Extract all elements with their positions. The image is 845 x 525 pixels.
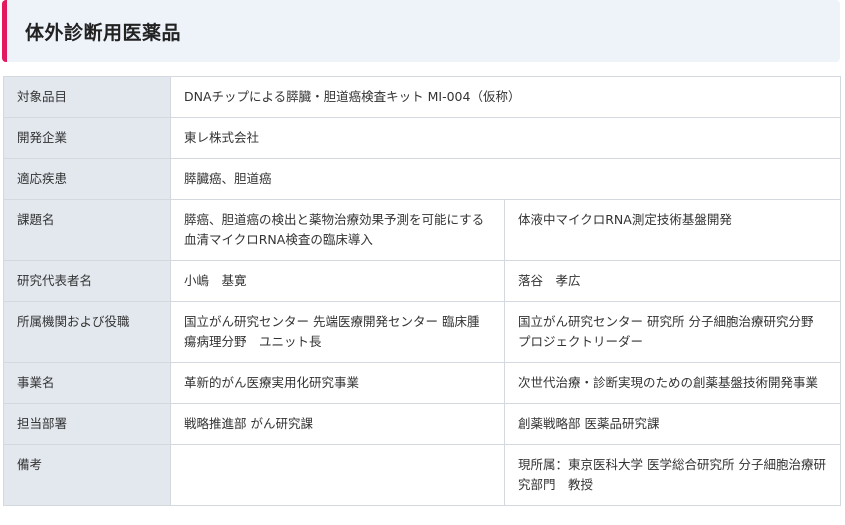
table-row-program: 事業名 革新的がん医療実用化研究事業 次世代治療・診断実現のための創薬基盤技術開… xyxy=(3,362,841,404)
row-label: 担当部署 xyxy=(3,403,171,445)
table-row-affiliation: 所属機関および役職 国立がん研究センター 先端医療開発センター 臨床腫瘍病理分野… xyxy=(3,301,841,363)
row-label: 備考 xyxy=(3,444,171,506)
row-label: 適応疾患 xyxy=(3,158,171,200)
section-title: 体外診断用医薬品 xyxy=(25,21,182,44)
row-value xyxy=(170,444,505,506)
row-value: 膵癌、胆道癌の検出と薬物治療効果予測を可能にする血清マイクロRNA検査の臨床導入 xyxy=(170,199,505,261)
row-value: 革新的がん医療実用化研究事業 xyxy=(170,362,505,404)
section-header: 体外診断用医薬品 xyxy=(2,0,840,62)
row-value: 現所属：東京医科大学 医学総合研究所 分子細胞治療研究部門 教授 xyxy=(504,444,841,506)
row-label: 開発企業 xyxy=(3,117,171,159)
row-value: 体液中マイクロRNA測定技術基盤開発 xyxy=(504,199,841,261)
product-info-table: 対象品目 DNAチップによる膵臓・胆道癌検査キット MI-004（仮称） 開発企… xyxy=(3,76,841,506)
row-value: 次世代治療・診断実現のための創薬基盤技術開発事業 xyxy=(504,362,841,404)
row-value: 東レ株式会社 xyxy=(170,117,841,159)
table-row-target-product: 対象品目 DNAチップによる膵臓・胆道癌検査キット MI-004（仮称） xyxy=(3,76,841,118)
row-value: 戦略推進部 がん研究課 xyxy=(170,403,505,445)
row-value: 小嶋 基寛 xyxy=(170,260,505,302)
row-value: 国立がん研究センター 先端医療開発センター 臨床腫瘍病理分野 ユニット長 xyxy=(170,301,505,363)
table-row-remarks: 備考 現所属：東京医科大学 医学総合研究所 分子細胞治療研究部門 教授 xyxy=(3,444,841,506)
row-value: DNAチップによる膵臓・胆道癌検査キット MI-004（仮称） xyxy=(170,76,841,118)
row-label: 研究代表者名 xyxy=(3,260,171,302)
row-label: 対象品目 xyxy=(3,76,171,118)
table-row-principal-investigator: 研究代表者名 小嶋 基寛 落谷 孝広 xyxy=(3,260,841,302)
table-row-project-title: 課題名 膵癌、胆道癌の検出と薬物治療効果予測を可能にする血清マイクロRNA検査の… xyxy=(3,199,841,261)
row-value: 膵臓癌、胆道癌 xyxy=(170,158,841,200)
row-value: 創薬戦略部 医薬品研究課 xyxy=(504,403,841,445)
row-label: 事業名 xyxy=(3,362,171,404)
row-value: 国立がん研究センター 研究所 分子細胞治療研究分野 プロジェクトリーダー xyxy=(504,301,841,363)
row-label: 課題名 xyxy=(3,199,171,261)
table-row-developer: 開発企業 東レ株式会社 xyxy=(3,117,841,159)
row-label: 所属機関および役職 xyxy=(3,301,171,363)
table-row-department: 担当部署 戦略推進部 がん研究課 創薬戦略部 医薬品研究課 xyxy=(3,403,841,445)
row-value: 落谷 孝広 xyxy=(504,260,841,302)
table-row-indication: 適応疾患 膵臓癌、胆道癌 xyxy=(3,158,841,200)
